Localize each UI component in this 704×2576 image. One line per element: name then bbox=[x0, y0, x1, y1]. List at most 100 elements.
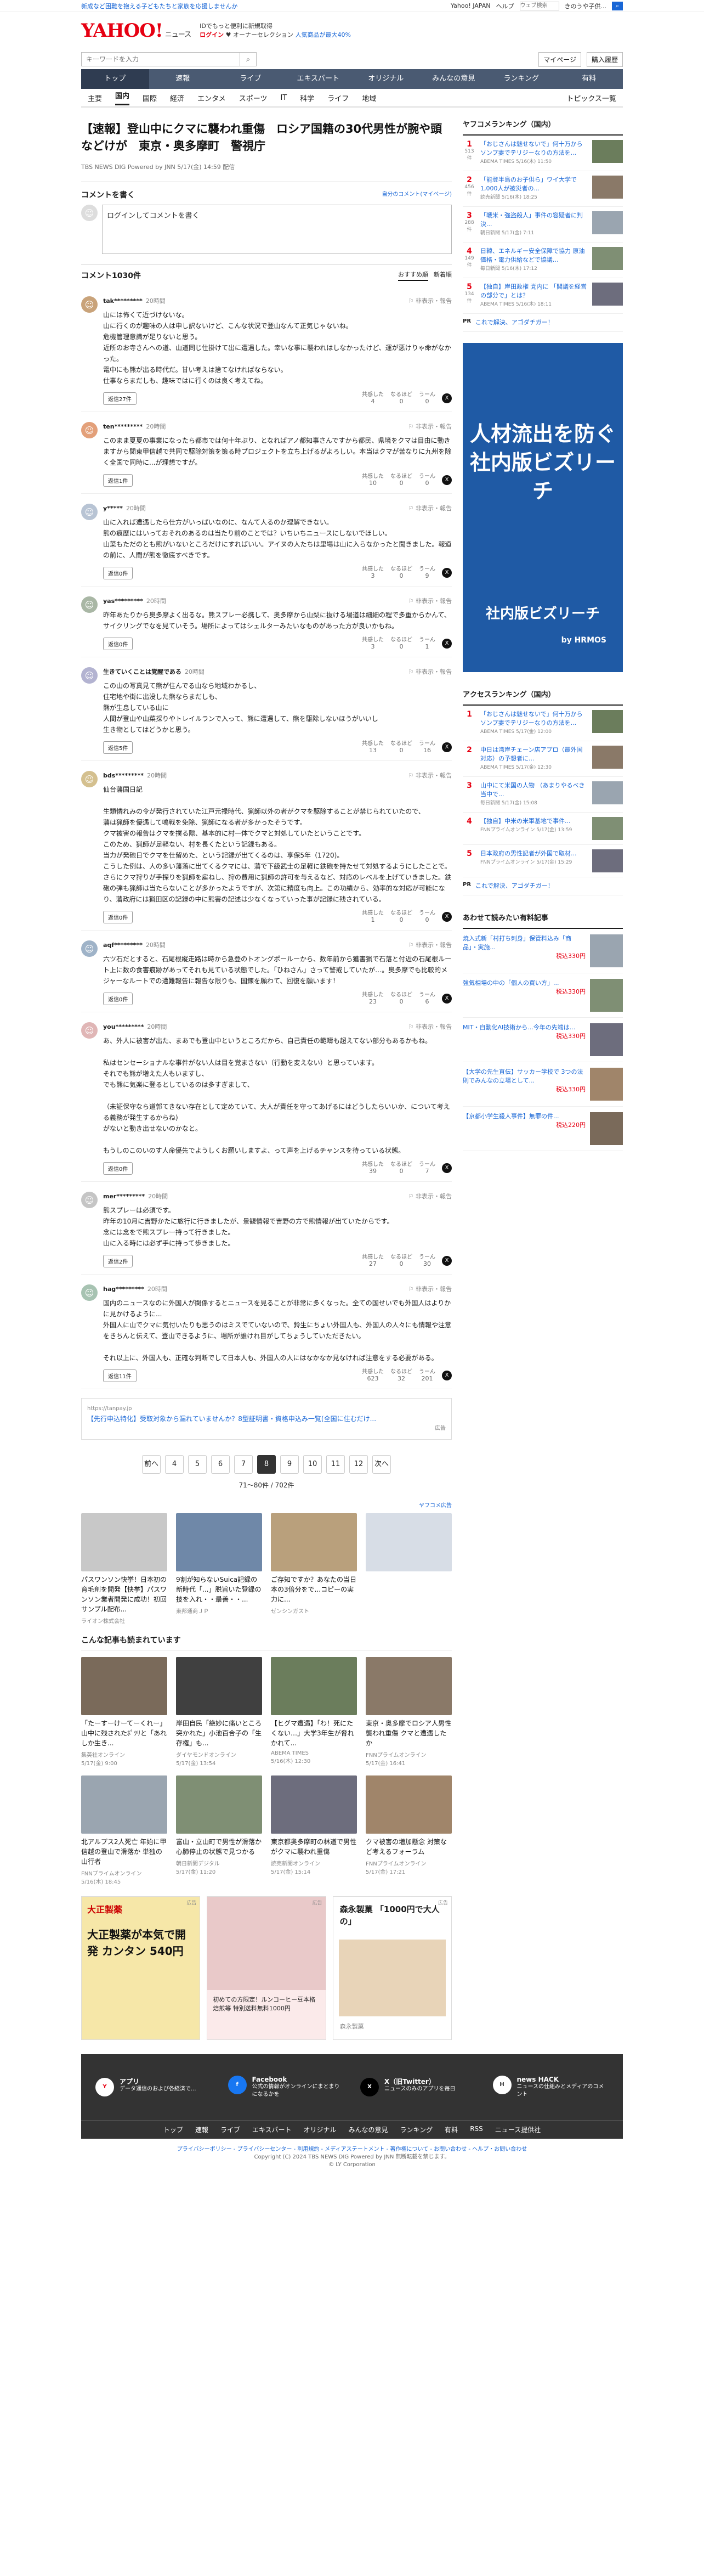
ad-text[interactable]: 【先行申込特化】受取対象から漏れていませんか？8型証明書・資格申込み一覧(全国に… bbox=[87, 1414, 446, 1424]
cat-life[interactable]: ライフ bbox=[327, 93, 349, 103]
vote-agree[interactable]: 共感した 23 bbox=[362, 992, 384, 1005]
vote-agree[interactable]: 共感した 39 bbox=[362, 1162, 384, 1175]
report-link[interactable]: ⚐ 非表示・報告 bbox=[408, 1284, 452, 1293]
footer-nav-item[interactable]: ランキング bbox=[400, 2125, 433, 2134]
ad-morinaga[interactable]: 森永製菓 「1000円で大人の」 森永製菓 広告 bbox=[332, 1896, 452, 2040]
x-share-icon[interactable]: X bbox=[442, 639, 452, 649]
vote-agree[interactable]: 共感した 1 bbox=[362, 910, 384, 923]
purchase-history-button[interactable]: 購入履歴 bbox=[586, 52, 623, 67]
page-link[interactable]: 12 bbox=[349, 1455, 368, 1474]
replies-button[interactable]: 返信0件 bbox=[103, 637, 133, 650]
comment-user[interactable]: 生きていくことは覚醒である bbox=[103, 668, 181, 675]
ranking-item[interactable]: 1 「おじさんは魅せないで」何十万からソンプ妻でテリジーなりの方法を... ABEM… bbox=[463, 706, 623, 741]
gnav-breaking[interactable]: 速報 bbox=[149, 69, 217, 89]
footer-nav-item[interactable]: トップ bbox=[163, 2125, 183, 2134]
ad-coffee[interactable]: 初めての方限定！ルンコーヒー豆本格焙煎等 特別送料無料1000円 広告 bbox=[207, 1896, 326, 2040]
page-link[interactable]: 7 bbox=[234, 1455, 253, 1474]
report-link[interactable]: ⚐ 非表示・報告 bbox=[408, 771, 452, 780]
cat-local[interactable]: 地域 bbox=[362, 93, 376, 103]
page-prev[interactable]: 前へ bbox=[142, 1455, 161, 1474]
replies-button[interactable]: 返信1件 bbox=[103, 474, 133, 487]
report-link[interactable]: ⚐ 非表示・報告 bbox=[408, 296, 452, 305]
vote-agree[interactable]: 共感した 3 bbox=[362, 566, 384, 579]
report-link[interactable]: ⚐ 非表示・報告 bbox=[408, 596, 452, 605]
page-link[interactable]: 6 bbox=[211, 1455, 230, 1474]
newshack-link[interactable]: Hnews HACK ニュースの仕組みとメディアのコメント bbox=[492, 2076, 609, 2099]
x-link[interactable]: X X（旧Twitter） ニュースのみのアプリを毎日 bbox=[360, 2078, 476, 2096]
paid-article-item[interactable]: 【京都小学生殺人事件】無罪の件... 税込220円 bbox=[463, 1107, 623, 1151]
cat-domestic[interactable]: 国内 bbox=[115, 90, 130, 105]
article-title[interactable]: 【速報】登山中にクマに襲われ重傷 ロシア国籍の30代男性が腕や頭などけが 東京・… bbox=[81, 121, 452, 155]
comment-user[interactable]: y***** bbox=[103, 505, 123, 512]
search-icon[interactable]: ⌕ bbox=[240, 52, 257, 66]
page-link[interactable]: 5 bbox=[188, 1455, 207, 1474]
ranking-item[interactable]: 1 513件 「おじさんは魅せないで」何十万からソンプ妻でテリジーなりの方法を...… bbox=[463, 136, 623, 171]
report-link[interactable]: ⚐ 非表示・報告 bbox=[408, 940, 452, 949]
replies-button[interactable]: 返信0件 bbox=[103, 1162, 133, 1175]
page-link[interactable]: 4 bbox=[165, 1455, 184, 1474]
vote-neutral[interactable]: なるほど 0 bbox=[390, 741, 412, 754]
cat-main[interactable]: 主要 bbox=[88, 93, 102, 103]
web-search-input[interactable] bbox=[519, 1, 559, 10]
comment-user[interactable]: ten********* bbox=[103, 423, 143, 430]
cat-entertainment[interactable]: エンタメ bbox=[197, 93, 226, 103]
footer-nav-item[interactable]: 有料 bbox=[445, 2125, 458, 2134]
inline-ad[interactable]: https://tanpay.jp 【先行申込特化】受取対象から漏れていませんか… bbox=[81, 1398, 452, 1440]
facebook-link[interactable]: f Facebook 公式の情報がオンラインにまとまりになるかを bbox=[228, 2076, 344, 2099]
related-article[interactable]: クマ被害の増加懸念 対策など考えるフォーラム FNNプライムオンライン 5/17(金… bbox=[366, 1775, 452, 1885]
bizreach-ad[interactable]: 人材流出を防ぐ社内版ビズリーチ 社内版ビズリーチ by HRMOS bbox=[463, 343, 623, 672]
ranking-item[interactable]: 5 日本政府の男性記者が外国で取材... FNNプライムオンライン 5/17(金) … bbox=[463, 845, 623, 877]
footer-nav-item[interactable]: 速報 bbox=[195, 2125, 208, 2134]
ad-taisho[interactable]: 大正製薬 大正製薬が本気で開発 カンタン 540円 広告 bbox=[81, 1896, 201, 2040]
related-article[interactable]: 【ヒグマ遭遇】「わ！死にたくない…」大学3年生が脅れかれて... ABEMA TI… bbox=[271, 1657, 357, 1767]
vote-agree[interactable]: 共感した 3 bbox=[362, 637, 384, 650]
cat-economy[interactable]: 経済 bbox=[170, 93, 184, 103]
x-share-icon[interactable]: X bbox=[442, 1256, 452, 1266]
yahoo-news-logo[interactable]: YAHOO! ニュース bbox=[81, 20, 191, 42]
sort-recommended[interactable]: おすすめ順 bbox=[398, 270, 428, 281]
gnav-expert[interactable]: エキスパート bbox=[285, 69, 353, 89]
footer-nav-item[interactable]: みんなの意見 bbox=[349, 2125, 388, 2134]
vote-disagree[interactable]: うーん 0 bbox=[419, 392, 435, 405]
vote-agree[interactable]: 共感した 623 bbox=[362, 1369, 384, 1382]
page-current[interactable]: 8 bbox=[257, 1455, 276, 1474]
vote-disagree[interactable]: うーん 0 bbox=[419, 474, 435, 487]
paid-article-item[interactable]: MIT・自動化AI技術から...今年の先端は... 税込330円 bbox=[463, 1018, 623, 1062]
footer-links[interactable]: プライバシーポリシー - プライバシーセンター - 利用規約 - メディアステー… bbox=[0, 2139, 704, 2154]
related-article[interactable]: 北アルプス2人死亡 年始に甲信越の登山で滑落か 単独の山行者 FNNプライムオンラ… bbox=[81, 1775, 167, 1885]
ranking-item[interactable]: 5 134件 【独自】岸田政権 党内に 「閣議を経営の部分で」とは？ ABEMA TI… bbox=[463, 278, 623, 314]
promo-tile[interactable]: パスワンソン快挙！日本初の育毛剤を開発【快挙】パスワンソン業者開発に成功！初回サ… bbox=[81, 1513, 167, 1625]
vote-neutral[interactable]: なるほど 0 bbox=[390, 910, 412, 923]
ranking-item[interactable]: 4 149件 日韓、エネルギー安全保障で協力 原油価格・電力供給などで協議… 毎日新聞… bbox=[463, 243, 623, 278]
vote-disagree[interactable]: うーん 6 bbox=[419, 992, 435, 1005]
web-search-button[interactable]: ⌕ bbox=[612, 1, 623, 10]
vote-agree[interactable]: 共感した 4 bbox=[362, 392, 384, 405]
vote-disagree[interactable]: うーん 9 bbox=[419, 566, 435, 579]
app-link[interactable]: Y アプリ データ通信のおよび各経済で... bbox=[95, 2078, 212, 2096]
cat-sports[interactable]: スポーツ bbox=[239, 93, 268, 103]
comment-user[interactable]: tak********* bbox=[103, 297, 143, 305]
report-link[interactable]: ⚐ 非表示・報告 bbox=[408, 504, 452, 512]
vote-neutral[interactable]: なるほど 0 bbox=[390, 566, 412, 579]
page-next[interactable]: 次へ bbox=[372, 1455, 391, 1474]
ranking-item[interactable]: 4 【独自】中米の米軍基地で事件... FNNプライムオンライン 5/17(金) 1… bbox=[463, 813, 623, 845]
own-comments-link[interactable]: 自分のコメント(マイページ) bbox=[382, 189, 452, 200]
vote-neutral[interactable]: なるほど 0 bbox=[390, 474, 412, 487]
gnav-original[interactable]: オリジナル bbox=[352, 69, 420, 89]
vote-neutral[interactable]: なるほど 0 bbox=[390, 1162, 412, 1175]
gnav-ranking[interactable]: ランキング bbox=[487, 69, 555, 89]
vote-agree[interactable]: 共感した 27 bbox=[362, 1254, 384, 1267]
footer-nav-item[interactable]: エキスパート bbox=[252, 2125, 292, 2134]
comment-user[interactable]: hag********* bbox=[103, 1286, 144, 1293]
vote-agree[interactable]: 共感した 10 bbox=[362, 474, 384, 487]
x-share-icon[interactable]: X bbox=[442, 912, 452, 922]
cat-science[interactable]: 科学 bbox=[300, 93, 314, 103]
vote-neutral[interactable]: なるほど 32 bbox=[390, 1369, 412, 1382]
vote-neutral[interactable]: なるほど 0 bbox=[390, 992, 412, 1005]
ranking-item[interactable]: 2 456件 「能登半島のお子供ら」ワイ大学で 1,000人が被災者の... 読売新聞… bbox=[463, 171, 623, 207]
page-link[interactable]: 9 bbox=[280, 1455, 299, 1474]
comment-user[interactable]: you********* bbox=[103, 1023, 144, 1030]
cat-it[interactable]: IT bbox=[280, 94, 287, 102]
footer-nav-item[interactable]: ライブ bbox=[220, 2125, 240, 2134]
promo-link[interactable]: 新成など困難を抱える子どもたちと家族を応援しませんか bbox=[81, 2, 237, 10]
